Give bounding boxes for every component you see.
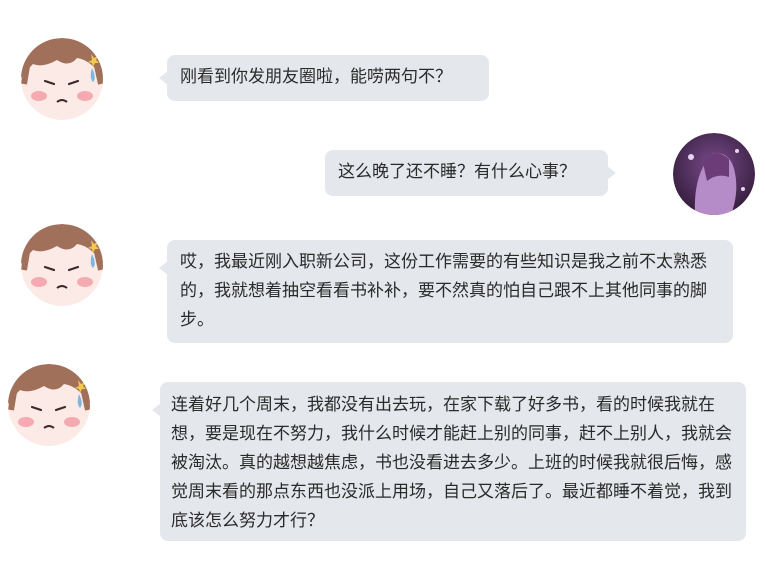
message-bubble: 刚看到你发朋友圈啦，能唠两句不？ (159, 55, 489, 101)
photo-avatar[interactable] (673, 133, 755, 215)
message-bubble: 连着好几个周末，我都没有出去玩，在家下载了好多书，看的时候我就在想，要是现在不努… (152, 382, 746, 541)
message-text: 哎，我最近刚入职新公司，这份工作需要的有些知识是我之前不太熟悉的，我就想着抽空看… (180, 252, 707, 330)
message-bubble: 哎，我最近刚入职新公司，这份工作需要的有些知识是我之前不太熟悉的，我就想着抽空看… (159, 240, 733, 343)
cartoon-girl-avatar[interactable] (21, 224, 103, 306)
cartoon-girl-avatar[interactable] (8, 364, 90, 446)
message-text: 连着好几个周末，我都没有出去玩，在家下载了好多书，看的时候我就在想，要是现在不努… (171, 395, 732, 531)
message-text: 这么晚了还不睡？有什么心事？ (338, 162, 576, 182)
cartoon-girl-avatar[interactable] (21, 38, 103, 120)
message-bubble: 这么晚了还不睡？有什么心事？ (325, 150, 616, 196)
message-text: 刚看到你发朋友圈啦，能唠两句不？ (180, 67, 452, 87)
